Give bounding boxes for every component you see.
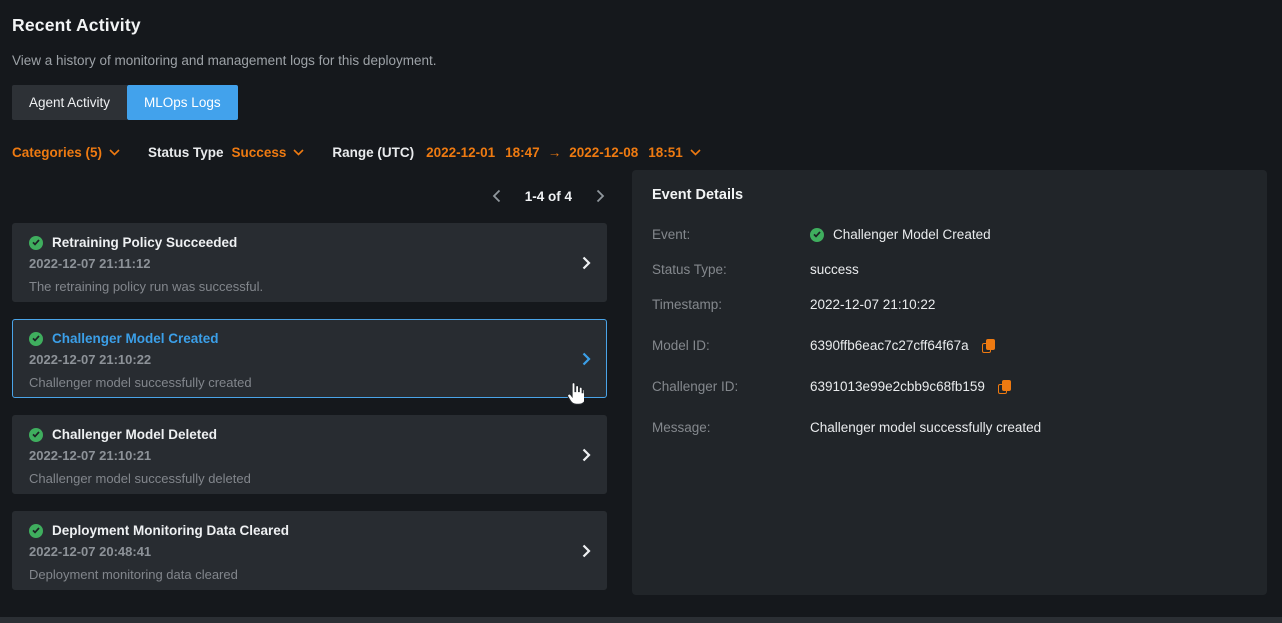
detail-label: Model ID: <box>652 338 810 353</box>
status-type-label: Status Type <box>148 145 224 160</box>
chevron-down-icon <box>690 149 701 156</box>
detail-value-event: Challenger Model Created <box>833 227 991 242</box>
detail-value-timestamp: 2022-12-07 21:10:22 <box>810 297 935 312</box>
status-type-value: Success <box>232 145 287 160</box>
detail-value-model-id: 6390ffb6eac7c27cff64f67a <box>810 338 969 353</box>
event-details-panel: Event Details Event: Challenger Model Cr… <box>632 170 1267 595</box>
horizontal-scrollbar[interactable] <box>0 617 1282 623</box>
detail-value-status-type: success <box>810 262 859 277</box>
detail-row-challenger-id: Challenger ID: 6391013e99e2cbb9c68fb159 <box>652 379 1247 395</box>
event-description: Challenger model successfully created <box>29 375 590 390</box>
detail-row-model-id: Model ID: 6390ffb6eac7c27cff64f67a <box>652 338 1247 354</box>
event-list-column: 1-4 of 4 Retraining Policy Succeeded 202… <box>12 170 607 590</box>
page-title: Recent Activity <box>12 15 1267 36</box>
range-start-date: 2022-12-01 <box>426 145 495 160</box>
detail-row-message: Message: Challenger model successfully c… <box>652 420 1247 436</box>
event-timestamp: 2022-12-07 21:10:22 <box>29 352 590 367</box>
detail-label: Challenger ID: <box>652 379 810 394</box>
event-list-item-selected[interactable]: Challenger Model Created 2022-12-07 21:1… <box>12 319 607 398</box>
event-timestamp: 2022-12-07 21:10:21 <box>29 448 590 463</box>
tab-mlops-logs[interactable]: MLOps Logs <box>127 85 238 120</box>
filter-bar: Categories (5) Status Type Success Range… <box>12 144 1267 161</box>
range-end-time: 18:51 <box>648 145 683 160</box>
event-timestamp: 2022-12-07 21:11:12 <box>29 256 590 271</box>
event-timestamp: 2022-12-07 20:48:41 <box>29 544 590 559</box>
chevron-right-icon[interactable] <box>582 256 591 270</box>
page-subtitle: View a history of monitoring and managem… <box>12 53 1267 68</box>
event-description: The retraining policy run was successful… <box>29 279 590 294</box>
detail-label: Message: <box>652 420 810 435</box>
event-title: Challenger Model Deleted <box>52 427 217 442</box>
event-list-item[interactable]: Retraining Policy Succeeded 2022-12-07 2… <box>12 223 607 302</box>
chevron-right-icon[interactable] <box>582 448 591 462</box>
status-success-icon <box>810 228 824 242</box>
pagination-prev-button[interactable] <box>492 189 501 203</box>
detail-row-event: Event: Challenger Model Created <box>652 227 1247 243</box>
categories-filter[interactable]: Categories (5) <box>12 145 120 160</box>
chevron-right-icon[interactable] <box>582 544 591 558</box>
event-description: Challenger model successfully deleted <box>29 471 590 486</box>
status-type-filter[interactable]: Status Type Success <box>148 145 304 160</box>
tab-mlops-logs-label: MLOps Logs <box>144 95 221 110</box>
status-success-icon <box>29 524 43 538</box>
event-details-title: Event Details <box>652 187 1247 203</box>
detail-label: Event: <box>652 227 810 242</box>
pagination: 1-4 of 4 <box>12 186 607 206</box>
chevron-down-icon <box>109 149 120 156</box>
detail-row-status-type: Status Type: success <box>652 262 1247 278</box>
event-details-rows: Event: Challenger Model Created Status T… <box>652 227 1247 436</box>
status-success-icon <box>29 428 43 442</box>
event-title: Challenger Model Created <box>52 331 219 346</box>
main-content-row: 1-4 of 4 Retraining Policy Succeeded 202… <box>12 170 1267 595</box>
status-success-icon <box>29 332 43 346</box>
event-list-item[interactable]: Deployment Monitoring Data Cleared 2022-… <box>12 511 607 590</box>
range-start-time: 18:47 <box>505 145 540 160</box>
categories-filter-label: Categories (5) <box>12 145 102 160</box>
detail-label: Timestamp: <box>652 297 810 312</box>
event-list-item[interactable]: Challenger Model Deleted 2022-12-07 21:1… <box>12 415 607 494</box>
range-end-date: 2022-12-08 <box>569 145 638 160</box>
event-title: Deployment Monitoring Data Cleared <box>52 523 289 538</box>
detail-value-message: Challenger model successfully created <box>810 420 1041 435</box>
pagination-next-button[interactable] <box>596 189 605 203</box>
detail-value-challenger-id: 6391013e99e2cbb9c68fb159 <box>810 379 985 394</box>
tab-agent-activity-label: Agent Activity <box>29 95 110 110</box>
detail-label: Status Type: <box>652 262 810 277</box>
copy-icon[interactable] <box>982 339 995 353</box>
pagination-range-label: 1-4 of 4 <box>525 189 572 204</box>
chevron-right-icon[interactable] <box>582 352 591 366</box>
chevron-down-icon <box>293 149 304 156</box>
detail-row-timestamp: Timestamp: 2022-12-07 21:10:22 <box>652 297 1247 313</box>
range-filter[interactable]: Range (UTC) 2022-12-01 18:47 → 2022-12-0… <box>332 145 700 160</box>
recent-activity-page: Recent Activity View a history of monito… <box>0 15 1282 595</box>
range-arrow-icon: → <box>548 145 562 160</box>
activity-tabs: Agent Activity MLOps Logs <box>12 85 1267 120</box>
range-label: Range (UTC) <box>332 145 414 160</box>
event-description: Deployment monitoring data cleared <box>29 567 590 582</box>
status-success-icon <box>29 236 43 250</box>
event-title: Retraining Policy Succeeded <box>52 235 237 250</box>
tab-agent-activity[interactable]: Agent Activity <box>12 85 127 120</box>
copy-icon[interactable] <box>998 380 1011 394</box>
